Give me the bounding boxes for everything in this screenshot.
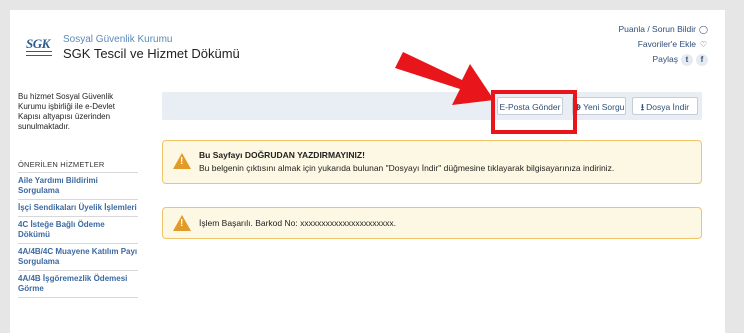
barcode-alert: ! İşlem Başarılı. Barkod No: xxxxxxxxxxx… (162, 207, 702, 239)
email-button-label: E-Posta Gönder (499, 102, 561, 112)
download-icon: ⭳ (640, 102, 645, 112)
sidebar-info: Bu hizmet Sosyal Güvenlik Kurumu işbirli… (18, 92, 115, 131)
toolbar: E-Posta Gönder ⊕ Yeni Sorgu ⭳ Dosya İndir (162, 92, 702, 120)
email-button[interactable]: E-Posta Gönder (497, 97, 563, 115)
new-query-button-label: Yeni Sorgu (583, 102, 625, 112)
warning-text: Bu belgenin çıktısını almak için yukarıd… (199, 163, 615, 173)
barcode-text: İşlem Başarılı. Barkod No: xxxxxxxxxxxxx… (199, 218, 396, 228)
sgk-logo[interactable]: SGK (26, 36, 56, 56)
new-query-button[interactable]: ⊕ Yeni Sorgu (572, 97, 626, 115)
sidebar-item-muayene[interactable]: 4A/4B/4C Muayene Katılım Payı Sorgulama (18, 244, 138, 271)
favorite-link-label: Favoriler'e Ekle (637, 39, 696, 49)
download-button[interactable]: ⭳ Dosya İndir (632, 97, 698, 115)
sidebar-heading: ÖNERİLEN HİZMETLER (18, 160, 138, 173)
sidebar: Bu hizmet Sosyal Güvenlik Kurumu işbirli… (18, 92, 138, 298)
share-link: Paylaş t f (619, 52, 708, 67)
warning-title: Bu Sayfayı DOĞRUDAN YAZDIRMAYINIZ! (199, 150, 365, 160)
download-button-label: Dosya İndir (646, 102, 690, 112)
favorite-link[interactable]: Favoriler'e Ekle ♡ (619, 37, 709, 52)
heart-icon: ♡ (699, 40, 708, 49)
sidebar-item-isci-sendikalari[interactable]: İşçi Sendikaları Üyelik İşlemleri (18, 200, 138, 217)
sidebar-item-isgoremezlik[interactable]: 4A/4B İşgöremezlik Ödemesi Görme (18, 271, 138, 298)
logo-text: SGK (26, 36, 50, 51)
page-title: SGK Tescil ve Hizmet Dökümü (63, 46, 240, 61)
org-name: Sosyal Güvenlik Kurumu (63, 34, 173, 45)
logo-underline (26, 51, 52, 56)
print-warning-alert: ! Bu Sayfayı DOĞRUDAN YAZDIRMAYINIZ! Bu … (162, 140, 702, 184)
feedback-link[interactable]: Puanla / Sorun Bildir ◯ (619, 22, 709, 37)
feedback-link-label: Puanla / Sorun Bildir (618, 24, 697, 34)
plus-circle-icon: ⊕ (573, 102, 582, 112)
sidebar-item-4c-odeme[interactable]: 4C İsteğe Bağlı Ödeme Dökümü (18, 217, 138, 244)
warning-icon: ! (173, 153, 191, 169)
header-links: Puanla / Sorun Bildir ◯ Favoriler'e Ekle… (619, 22, 709, 67)
header: SGK Sosyal Güvenlik Kurumu SGK Tescil ve… (10, 10, 725, 78)
warning-icon: ! (173, 215, 191, 231)
twitter-icon[interactable]: t (681, 53, 693, 66)
share-label: Paylaş (652, 54, 678, 64)
facebook-icon[interactable]: f (696, 53, 708, 66)
chat-icon: ◯ (699, 25, 708, 34)
sidebar-item-aile-yardimi[interactable]: Aile Yardımı Bildirimi Sorgulama (18, 173, 138, 200)
main-content: E-Posta Gönder ⊕ Yeni Sorgu ⭳ Dosya İndir … (162, 92, 702, 239)
